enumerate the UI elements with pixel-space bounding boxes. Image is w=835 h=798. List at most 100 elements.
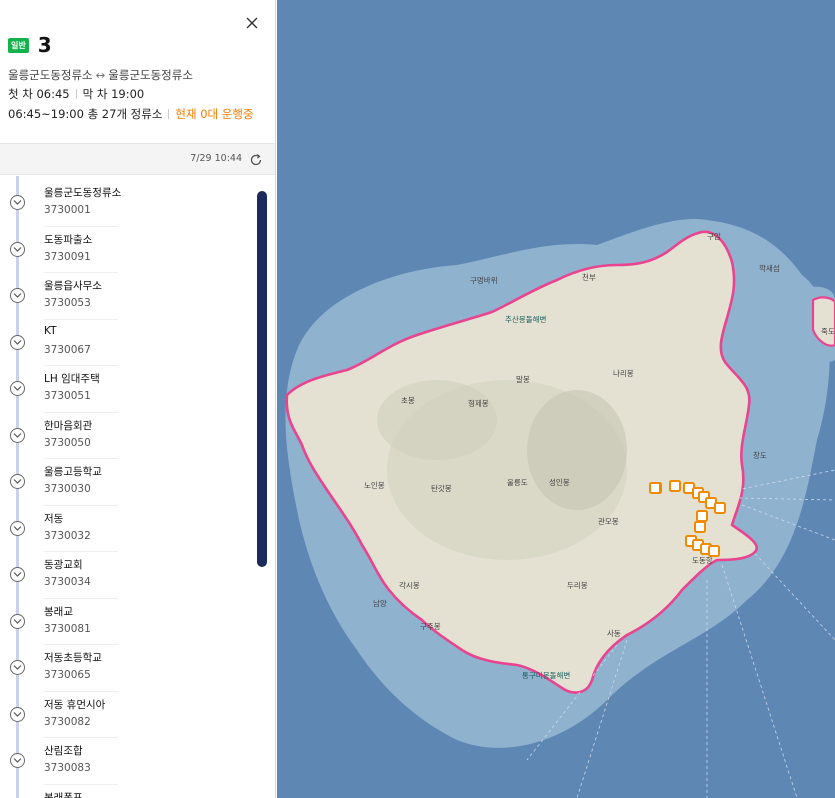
stop-name: 한마음회관: [44, 419, 93, 432]
stop-item[interactable]: 동광교회 3730034: [0, 552, 256, 599]
bus-stop-marker[interactable]: [694, 521, 706, 533]
stop-name: 울릉군도동정류소: [44, 187, 122, 199]
bus-stop-marker[interactable]: [696, 510, 708, 522]
bidirectional-arrow-icon: ↔: [95, 68, 106, 82]
stop-list: 울릉군도동정류소 3730001 도동파출소 3730091 울릉읍사무소 3730053…: [0, 176, 256, 798]
chevron-down-icon: [10, 567, 25, 582]
peak-label: 나리봉: [613, 369, 634, 378]
stop-item[interactable]: 울릉군도동정류소 3730001: [0, 180, 256, 227]
stop-item[interactable]: 봉래폭포: [0, 785, 256, 798]
bus-stop-marker[interactable]: [669, 480, 681, 492]
refresh-icon[interactable]: [249, 152, 263, 166]
stop-item[interactable]: 도동파출소 3730091: [0, 227, 256, 273]
bus-stop-marker[interactable]: [649, 482, 661, 494]
stop-name: 저동: [44, 512, 64, 525]
stop-id: 3730032: [44, 529, 91, 542]
stop-name: 저동 휴먼시아: [44, 698, 106, 711]
peak-label: 탄갓봉: [431, 484, 452, 493]
scrollbar-thumb[interactable]: [257, 191, 267, 567]
chevron-down-icon: [10, 381, 25, 396]
stop-item[interactable]: 저동 휴먼시아 3730082: [0, 692, 256, 738]
stop-item[interactable]: LH 임대주택 3730051: [0, 366, 256, 413]
stop-item[interactable]: 저동초등학교 3730065: [0, 645, 256, 692]
peak-label: 말봉: [516, 375, 530, 384]
close-icon[interactable]: [241, 12, 263, 34]
terminal-to: 울릉군도동정류소: [108, 68, 193, 82]
chevron-down-icon: [10, 520, 25, 536]
route-summary: 06:45~19:00 총 27개 정류소 현재 0대 운행중: [8, 106, 254, 122]
chevron-down-icon: [10, 288, 25, 303]
service-summary: 06:45~19:00 총 27개 정류소: [8, 107, 163, 121]
chevron-down-icon: [10, 241, 25, 257]
poi-label: 추산몽돌해변: [505, 315, 547, 324]
stop-id: 3730030: [44, 483, 91, 495]
peak-label: 울릉도: [507, 478, 528, 487]
place-label: 도동항: [692, 556, 713, 565]
stop-id: 3730034: [44, 576, 91, 588]
stop-id: 3730091: [44, 250, 91, 263]
stop-name: 울릉고등학교: [44, 466, 102, 478]
stop-item[interactable]: 울릉고등학교 3730030: [0, 459, 256, 506]
last-bus-time: 막 차 19:00: [82, 87, 145, 101]
peak-label: 두리봉: [567, 581, 588, 590]
chevron-down-icon: [10, 753, 25, 768]
stop-name: 도동파출소: [44, 233, 93, 246]
terminal-from: 울릉군도동정류소: [8, 68, 93, 82]
route-type-badge: 일반: [8, 37, 29, 53]
chevron-down-icon: [10, 474, 25, 489]
divider: [75, 89, 77, 99]
stop-name: 저동초등학교: [44, 652, 102, 664]
stop-name: KT: [44, 324, 57, 337]
peak-label: 형제봉: [468, 399, 489, 408]
stop-name: 산림조합: [44, 745, 83, 757]
place-label: 죽도: [821, 327, 835, 336]
chevron-down-icon: [10, 427, 25, 443]
stop-name: 동광교회: [44, 559, 83, 571]
place-label: 구멍바위: [470, 276, 498, 285]
terrain-shade: [377, 380, 497, 460]
stop-item[interactable]: KT 3730067: [0, 320, 256, 366]
chevron-down-icon: [10, 706, 25, 722]
stop-name: LH 임대주택: [44, 373, 100, 385]
stop-id: 3730082: [44, 715, 91, 728]
stop-id: 3730081: [44, 622, 91, 635]
bus-stop-marker[interactable]: [714, 502, 726, 514]
first-last-times: 첫 차 06:45 막 차 19:00: [8, 86, 144, 102]
peak-label: 성인봉: [549, 478, 570, 487]
terrain-shade: [527, 390, 627, 510]
running-status: 현재 0대 운행중: [175, 107, 254, 121]
stop-item[interactable]: 한마음회관 3730050: [0, 413, 256, 459]
place-label: 창도: [753, 451, 767, 460]
peak-label: 관모봉: [598, 517, 619, 526]
chevron-down-icon: [10, 613, 25, 629]
peak-label: 노인봉: [364, 481, 385, 490]
place-label: 깍새섬: [759, 264, 780, 273]
stop-id: 3730083: [44, 762, 91, 774]
stop-item[interactable]: 저동 3730032: [0, 506, 256, 552]
stop-name: 봉래교: [44, 605, 73, 618]
stop-item[interactable]: 울릉읍사무소 3730053: [0, 273, 256, 320]
route-header: 일반 3: [8, 33, 52, 57]
stop-id: 3730001: [44, 204, 91, 216]
map-view[interactable]: 구멍바위 천부 추산몽돌해변 구암 깍새섬 죽도 창도 도동항 남양 구주봉 통…: [277, 0, 835, 798]
first-bus-time: 첫 차 06:45: [8, 87, 70, 101]
chevron-down-icon: [10, 334, 25, 350]
stop-id: 3730050: [44, 436, 91, 449]
refresh-bar: 7/29 10:44: [0, 143, 275, 175]
place-label: 사동: [607, 629, 621, 638]
poi-label: 통구미몽돌해변: [522, 671, 571, 680]
stop-name: 봉래폭포: [44, 791, 83, 798]
stop-id: 3730067: [44, 343, 91, 356]
chevron-down-icon: [10, 195, 25, 210]
divider: [168, 109, 170, 119]
stop-item[interactable]: 봉래교 3730081: [0, 599, 256, 645]
stop-item[interactable]: 산림조합 3730083: [0, 738, 256, 785]
peak-label: 각시봉: [399, 581, 420, 590]
route-terminals: 울릉군도동정류소 ↔ 울릉군도동정류소: [8, 67, 193, 83]
refresh-time: 7/29 10:44: [190, 153, 242, 164]
stop-id: 3730053: [44, 297, 91, 309]
place-label: 구주봉: [420, 622, 441, 631]
route-info-panel: 일반 3 울릉군도동정류소 ↔ 울릉군도동정류소 첫 차 06:45 막 차 19:0…: [0, 0, 276, 798]
chevron-down-icon: [10, 660, 25, 675]
stop-name: 울릉읍사무소: [44, 280, 102, 292]
